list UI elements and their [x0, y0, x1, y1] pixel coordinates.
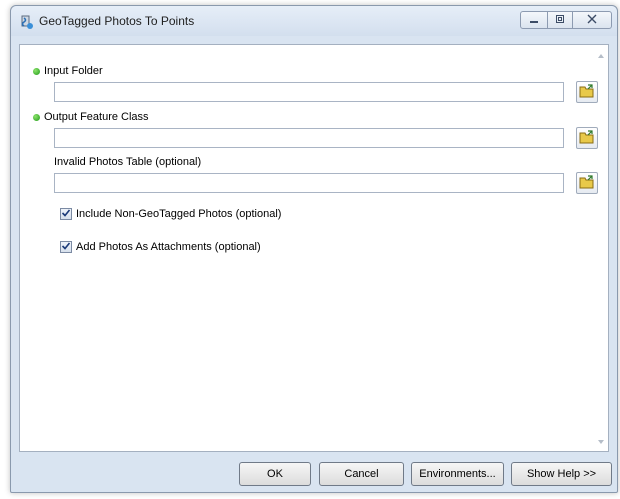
include-non-geotagged-checkbox[interactable] — [60, 208, 72, 220]
cancel-button[interactable]: Cancel — [319, 462, 404, 486]
show-help-button[interactable]: Show Help >> — [511, 462, 612, 486]
scroll-down-arrow-icon[interactable] — [597, 437, 605, 445]
open-folder-icon — [579, 174, 595, 192]
include-non-geotagged-label[interactable]: Include Non-GeoTagged Photos (optional) — [76, 208, 281, 220]
maximize-button[interactable] — [547, 11, 573, 29]
checkmark-icon — [61, 208, 71, 221]
scroll-up-arrow-icon[interactable] — [597, 51, 605, 59]
close-icon — [587, 14, 597, 27]
vertical-scrollbar[interactable] — [594, 45, 608, 451]
open-folder-icon — [579, 129, 595, 147]
add-photos-as-attachments-label[interactable]: Add Photos As Attachments (optional) — [76, 241, 261, 253]
parameters-panel: Input Folder Output Feature Class Invali… — [19, 44, 609, 452]
output-feature-class-browse-button[interactable] — [576, 127, 598, 149]
minimize-button[interactable] — [520, 11, 548, 29]
input-folder-field[interactable] — [54, 82, 564, 102]
output-feature-class-field[interactable] — [54, 128, 564, 148]
ok-button[interactable]: OK — [239, 462, 311, 486]
invalid-photos-table-label: Invalid Photos Table (optional) — [54, 156, 202, 168]
minimize-icon — [529, 14, 539, 27]
window-title: GeoTagged Photos To Points — [39, 14, 195, 28]
required-indicator-icon — [33, 68, 40, 75]
maximize-icon — [555, 14, 565, 27]
output-feature-class-label: Output Feature Class — [44, 111, 149, 123]
checkmark-icon — [61, 241, 71, 254]
input-folder-label: Input Folder — [44, 65, 103, 77]
tool-dialog: GeoTagged Photos To Points Input Folder — [10, 5, 618, 493]
invalid-photos-table-browse-button[interactable] — [576, 172, 598, 194]
environments-button[interactable]: Environments... — [411, 462, 504, 486]
toolbox-script-icon — [18, 14, 34, 30]
required-indicator-icon — [33, 114, 40, 121]
open-folder-icon — [579, 83, 595, 101]
input-folder-browse-button[interactable] — [576, 81, 598, 103]
close-button[interactable] — [572, 11, 612, 29]
invalid-photos-table-field[interactable] — [54, 173, 564, 193]
add-photos-as-attachments-checkbox[interactable] — [60, 241, 72, 253]
title-bar[interactable]: GeoTagged Photos To Points — [11, 6, 617, 36]
